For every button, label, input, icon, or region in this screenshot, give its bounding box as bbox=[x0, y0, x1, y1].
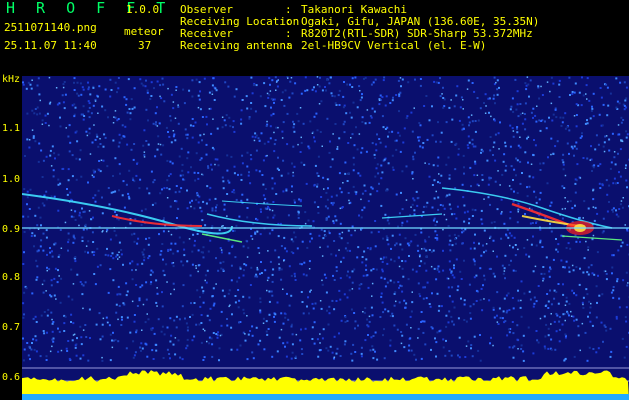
datetime-label: 25.11.07 11:40 bbox=[4, 39, 97, 52]
y-tick-1-0: 1.0 bbox=[2, 174, 21, 185]
antenna-sep: : bbox=[285, 39, 292, 52]
header-panel: H R O F F T 1.0.0 2511071140.png 25.11.0… bbox=[0, 0, 629, 75]
observer-key: Observer bbox=[180, 3, 233, 16]
y-tick-0-9: 0.9 bbox=[2, 224, 21, 235]
location-value: Ogaki, Gifu, JAPAN (136.60E, 35.35N) bbox=[301, 15, 540, 28]
y-axis-unit: kHz bbox=[2, 74, 21, 85]
y-tick-1-1: 1.1 bbox=[2, 123, 21, 134]
antenna-key: Receiving antenna bbox=[180, 39, 293, 52]
meteor-count: 37 bbox=[138, 39, 152, 52]
receiver-key: Receiver bbox=[180, 27, 233, 40]
meteor-label: meteor bbox=[124, 25, 164, 38]
antenna-value: 2el-HB9CV Vertical (el. E-W) bbox=[301, 39, 487, 52]
filename-label: 2511071140.png bbox=[4, 21, 97, 34]
location-sep: : bbox=[285, 15, 292, 28]
receiver-sep: : bbox=[285, 27, 292, 40]
y-tick-0-7: 0.7 bbox=[2, 322, 21, 333]
profile-baseline bbox=[22, 394, 629, 400]
observer-sep: : bbox=[285, 3, 292, 16]
spectrogram-background bbox=[22, 76, 629, 400]
observer-value: Takanori Kawachi bbox=[301, 3, 407, 16]
y-tick-0-8: 0.8 bbox=[2, 272, 21, 283]
receiver-value: R820T2(RTL-SDR) SDR-Sharp 53.372MHz bbox=[301, 27, 533, 40]
location-key: Receiving Location bbox=[180, 15, 300, 28]
y-tick-0-6: 0.6 bbox=[2, 372, 21, 383]
app-version: 1.0.0 bbox=[126, 3, 160, 16]
spectrogram-plot bbox=[22, 76, 629, 400]
